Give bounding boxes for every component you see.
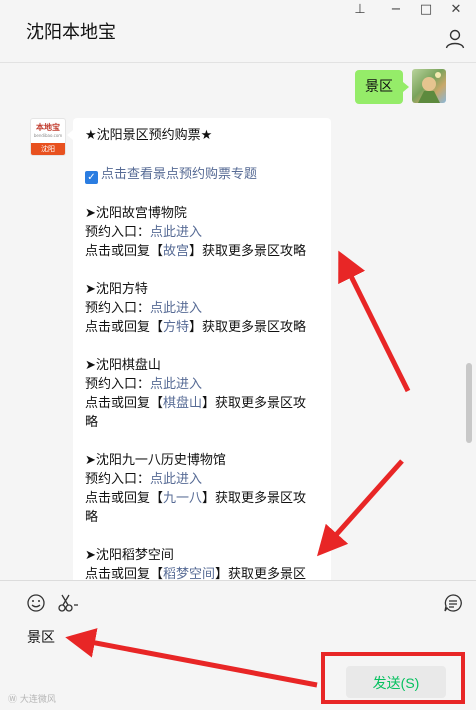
bendibao-logo[interactable]: 本地宝 bendibao.com 沈阳 — [30, 118, 66, 156]
spot-name: ➤沈阳棋盘山 — [85, 358, 161, 373]
spot-entry-link[interactable]: 点此进入 — [150, 472, 202, 487]
chat-scrollbar[interactable] — [466, 363, 472, 443]
spot-name: ➤沈阳九一八历史博物馆 — [85, 453, 226, 468]
spot-reply-row: 点击或回复【棋盘山】获取更多景区攻 — [85, 396, 307, 411]
spot-keyword-link[interactable]: 故宫 — [163, 244, 189, 259]
user-profile-icon[interactable] — [444, 28, 466, 50]
spot-name: ➤沈阳故宫博物院 — [85, 206, 187, 221]
logo-brand: 本地宝 — [36, 123, 60, 132]
my-avatar[interactable] — [412, 69, 446, 103]
checkbox-icon: ✓ — [85, 171, 98, 184]
pin-icon[interactable]: ⊥ — [350, 2, 370, 17]
minimize-icon[interactable]: − — [386, 2, 406, 17]
spot-reply-row: 点击或回复【故宫】获取更多景区攻略 — [85, 244, 307, 259]
spot-entry-link[interactable]: 点此进入 — [150, 377, 202, 392]
spot-keyword-link[interactable]: 方特 — [163, 320, 189, 335]
chat-title: 沈阳本地宝 — [26, 22, 116, 43]
spot-name: ➤沈阳方特 — [85, 282, 148, 297]
spot-reply-row-wrap: 略 — [85, 415, 99, 430]
logo-city: 沈阳 — [31, 143, 65, 155]
spot-entry-row: 预约入口：点此进入 — [85, 377, 203, 392]
spot-entry-link[interactable]: 点此进入 — [150, 301, 202, 316]
scissors-icon[interactable] — [57, 593, 79, 613]
logo-domain: bendibao.com — [33, 133, 63, 138]
spot-entry-link[interactable]: 点此进入 — [150, 225, 202, 240]
spot-entry-row: 预约入口：点此进入 — [85, 225, 203, 240]
spot-reply-row: 点击或回复【方特】获取更多景区攻略 — [85, 320, 307, 335]
spot-reply-row-wrap: 略 — [85, 510, 99, 525]
topic-link-row[interactable]: ✓ 点击查看景点预约购票专题 — [85, 165, 325, 184]
watermark: Ⓦ 大连微风 — [8, 695, 56, 705]
title-bar: 沈阳本地宝 ⊥ − □ ✕ — [0, 0, 476, 63]
send-button-highlight-box — [321, 652, 465, 704]
close-icon[interactable]: ✕ — [446, 2, 466, 17]
spot-entry-row: 预约入口：点此进入 — [85, 301, 203, 316]
topic-link[interactable]: 点击查看景点预约购票专题 — [101, 167, 257, 182]
spot-entry-row: 预约入口：点此进入 — [85, 472, 203, 487]
reply-message-bubble: ★沈阳景区预约购票★ ✓ 点击查看景点预约购票专题 ➤沈阳故宫博物院 预约入口：点… — [67, 118, 331, 588]
reply-header: ★沈阳景区预约购票★ — [85, 128, 213, 143]
smiley-icon[interactable] — [26, 593, 46, 613]
spot-keyword-link[interactable]: 棋盘山 — [163, 396, 202, 411]
spot-reply-row: 点击或回复【九一八】获取更多景区攻 — [85, 491, 307, 506]
spot-keyword-link[interactable]: 九一八 — [163, 491, 202, 506]
spot-name: ➤沈阳稻梦空间 — [85, 548, 174, 563]
maximize-icon[interactable]: □ — [416, 2, 436, 17]
sent-message-bubble[interactable]: 景区 — [355, 70, 409, 104]
chat-history-icon[interactable] — [443, 593, 463, 613]
message-input[interactable]: 景区 — [27, 627, 55, 647]
